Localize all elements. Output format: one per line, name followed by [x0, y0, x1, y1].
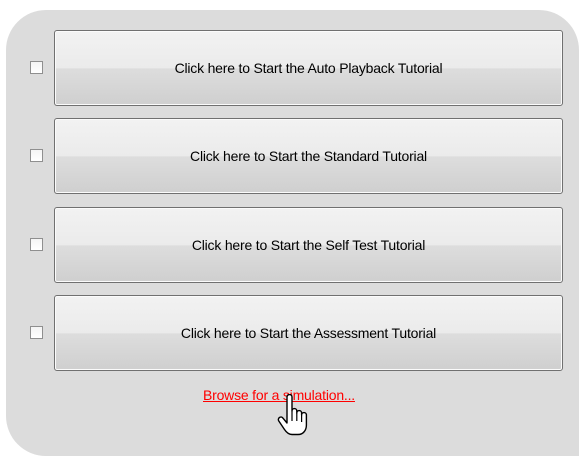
assessment-tutorial-button[interactable]: Click here to Start the Assessment Tutor… — [54, 295, 563, 371]
assessment-tutorial-label: Click here to Start the Assessment Tutor… — [180, 325, 437, 341]
standard-checkbox[interactable] — [30, 149, 43, 162]
tutorial-panel: Click here to Start the Auto Playback Tu… — [6, 10, 579, 456]
auto-playback-checkbox[interactable] — [30, 61, 43, 74]
tutorial-row-auto-playback: Click here to Start the Auto Playback Tu… — [6, 30, 579, 106]
self-test-tutorial-button[interactable]: Click here to Start the Self Test Tutori… — [54, 207, 563, 283]
self-test-tutorial-label: Click here to Start the Self Test Tutori… — [191, 237, 426, 253]
auto-playback-tutorial-button[interactable]: Click here to Start the Auto Playback Tu… — [54, 30, 563, 106]
self-test-checkbox[interactable] — [30, 238, 43, 251]
standard-tutorial-label: Click here to Start the Standard Tutoria… — [190, 148, 427, 164]
tutorial-row-assessment: Click here to Start the Assessment Tutor… — [6, 295, 579, 371]
standard-tutorial-button[interactable]: Click here to Start the Standard Tutoria… — [54, 118, 563, 194]
assessment-checkbox[interactable] — [30, 326, 43, 339]
hand-pointer-icon — [277, 394, 308, 436]
auto-playback-tutorial-label: Click here to Start the Auto Playback Tu… — [174, 60, 443, 76]
tutorial-row-standard: Click here to Start the Standard Tutoria… — [6, 118, 579, 194]
tutorial-row-self-test: Click here to Start the Self Test Tutori… — [6, 207, 579, 283]
